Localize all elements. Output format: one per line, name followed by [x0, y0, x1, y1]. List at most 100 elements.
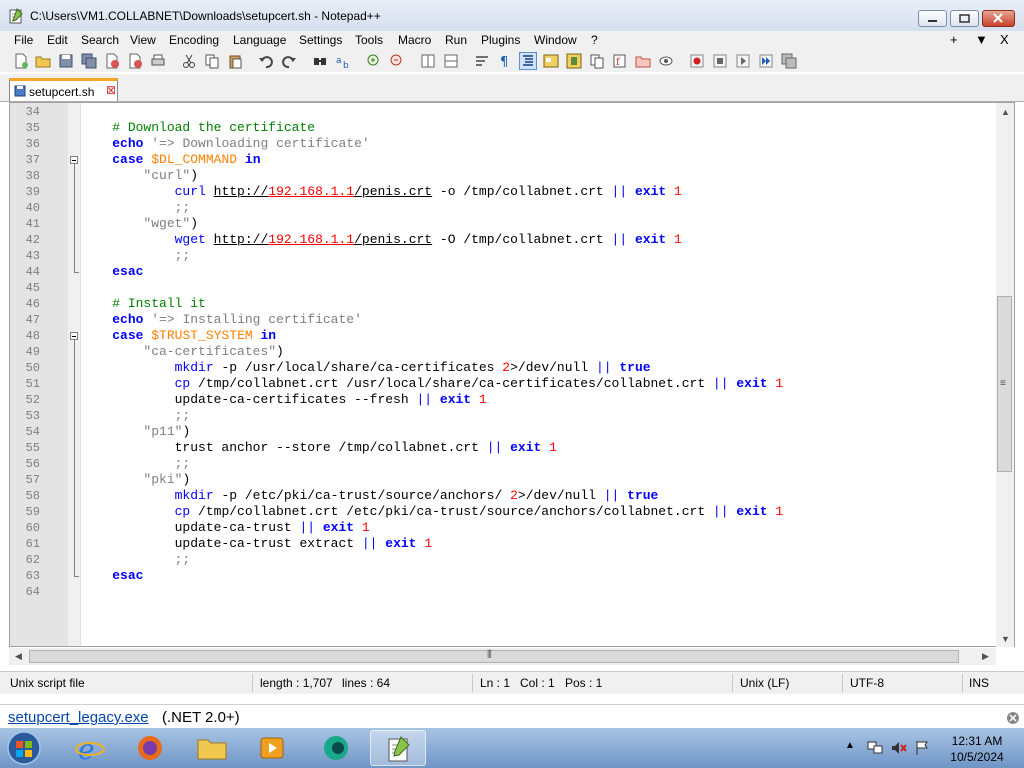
- menu-macro[interactable]: Macro: [398, 33, 431, 47]
- menu-window[interactable]: Window: [534, 33, 577, 47]
- code-token: exit: [634, 232, 667, 247]
- line-number: 61: [25, 537, 40, 551]
- network-icon[interactable]: [866, 740, 884, 756]
- scroll-left-icon[interactable]: ◀: [15, 651, 22, 662]
- word-wrap-icon[interactable]: [474, 53, 490, 69]
- taskbar-internet-explorer[interactable]: e: [62, 730, 118, 766]
- show-all-characters-icon[interactable]: ¶: [497, 53, 513, 69]
- show-hidden-icons[interactable]: ▲: [845, 740, 855, 751]
- scroll-right-icon[interactable]: ▶: [982, 651, 989, 662]
- save-all-icon[interactable]: [81, 53, 97, 69]
- status-insert-mode[interactable]: INS: [969, 676, 989, 690]
- taskbar-firefox[interactable]: [122, 730, 178, 766]
- paste-icon[interactable]: [227, 53, 243, 69]
- print-icon[interactable]: [150, 53, 166, 69]
- menu-view[interactable]: View: [130, 33, 156, 47]
- close-tab-button[interactable]: X: [1000, 32, 1009, 47]
- menu-bar: File Edit Search View Encoding Language …: [0, 31, 1024, 50]
- code-token: /penis.crt: [354, 232, 433, 247]
- code-token: ||: [361, 536, 378, 551]
- status-separator: [732, 674, 733, 692]
- monitoring-icon[interactable]: [658, 53, 674, 69]
- volume-muted-icon[interactable]: [890, 740, 908, 756]
- zoom-in-icon[interactable]: [366, 53, 382, 69]
- taskbar-app[interactable]: [308, 730, 364, 766]
- menu-search[interactable]: Search: [81, 33, 119, 47]
- undo-icon[interactable]: [258, 53, 274, 69]
- minimize-button[interactable]: [918, 10, 947, 27]
- menu-edit[interactable]: Edit: [47, 33, 68, 47]
- windows-start-icon[interactable]: [4, 730, 44, 766]
- code-token: "ca-certificates": [143, 344, 277, 359]
- code-token: -p /usr/local/share/ca-certificates: [213, 360, 503, 375]
- close-all-icon[interactable]: [127, 53, 143, 69]
- function-list-icon[interactable]: f: [612, 53, 628, 69]
- code-token: /penis.crt: [354, 184, 433, 199]
- taskbar-file-explorer[interactable]: [184, 730, 240, 766]
- fold-toggle-icon[interactable]: [70, 156, 78, 164]
- tab-list-button[interactable]: ▼: [975, 32, 988, 47]
- open-file-icon[interactable]: [35, 53, 51, 69]
- tab-close-icon[interactable]: ⊠: [106, 83, 116, 97]
- indent-guide-icon[interactable]: [519, 52, 537, 70]
- fold-toggle-icon[interactable]: [70, 332, 78, 340]
- status-eol-format[interactable]: Unix (LF): [740, 676, 789, 690]
- close-file-icon[interactable]: [104, 53, 120, 69]
- menu-settings[interactable]: Settings: [299, 33, 342, 47]
- close-window-button[interactable]: [982, 10, 1015, 27]
- new-tab-button[interactable]: +: [950, 32, 958, 47]
- scroll-down-icon[interactable]: ▼: [1001, 634, 1010, 644]
- redo-icon[interactable]: [281, 53, 297, 69]
- menu-help[interactable]: ?: [591, 33, 598, 47]
- find-icon[interactable]: [312, 53, 328, 69]
- play-macro-icon[interactable]: [735, 53, 751, 69]
- user-language-icon[interactable]: [543, 53, 559, 69]
- vertical-scrollbar[interactable]: ▲ ≡ ▼: [996, 103, 1014, 647]
- cut-icon[interactable]: [181, 53, 197, 69]
- line-number: 59: [25, 505, 40, 519]
- sync-vertical-icon[interactable]: [420, 53, 436, 69]
- system-clock[interactable]: 12:31 AM 10/5/2024: [942, 733, 1012, 765]
- action-center-flag-icon[interactable]: [914, 740, 930, 756]
- taskbar-notepad-plus-plus[interactable]: [370, 730, 426, 766]
- menu-plugins[interactable]: Plugins: [481, 33, 520, 47]
- menu-tools[interactable]: Tools: [355, 33, 383, 47]
- taskbar-media-player[interactable]: [244, 730, 300, 766]
- replace-icon[interactable]: ab: [335, 53, 351, 69]
- save-icon[interactable]: [58, 53, 74, 69]
- record-macro-icon[interactable]: [689, 53, 705, 69]
- horizontal-scroll-thumb[interactable]: [29, 650, 959, 663]
- code-token: true: [627, 488, 659, 503]
- copy-icon[interactable]: [204, 53, 220, 69]
- stop-macro-icon[interactable]: [712, 53, 728, 69]
- menu-file[interactable]: File: [14, 33, 33, 47]
- folder-workspace-icon[interactable]: [635, 53, 651, 69]
- menu-run[interactable]: Run: [445, 33, 467, 47]
- zoom-out-icon[interactable]: [389, 53, 405, 69]
- maximize-button[interactable]: [950, 10, 979, 27]
- menu-language[interactable]: Language: [233, 33, 286, 47]
- run-macro-multiple-icon[interactable]: [758, 53, 774, 69]
- tab-setupcert[interactable]: setupcert.sh ⊠: [9, 78, 118, 101]
- status-encoding[interactable]: UTF-8: [850, 676, 884, 690]
- info-close-icon[interactable]: [1006, 711, 1020, 725]
- document-list-icon[interactable]: [589, 53, 605, 69]
- code-editor[interactable]: 34 35 # Download the certificate 36 echo '…: [9, 102, 1015, 647]
- sync-horizontal-icon[interactable]: [443, 53, 459, 69]
- process-link[interactable]: setupcert_legacy.exe: [8, 709, 149, 726]
- code-token: # Download the certificate: [112, 120, 316, 135]
- line-number: 52: [25, 393, 40, 407]
- new-file-icon[interactable]: [13, 53, 29, 69]
- scroll-up-icon[interactable]: ▲: [1001, 107, 1010, 117]
- document-map-icon[interactable]: [566, 53, 582, 69]
- horizontal-scrollbar[interactable]: ◀ ⦀ ▶: [9, 648, 996, 665]
- save-macro-icon[interactable]: [781, 53, 797, 69]
- menu-encoding[interactable]: Encoding: [169, 33, 219, 47]
- code-token: ||: [611, 184, 628, 199]
